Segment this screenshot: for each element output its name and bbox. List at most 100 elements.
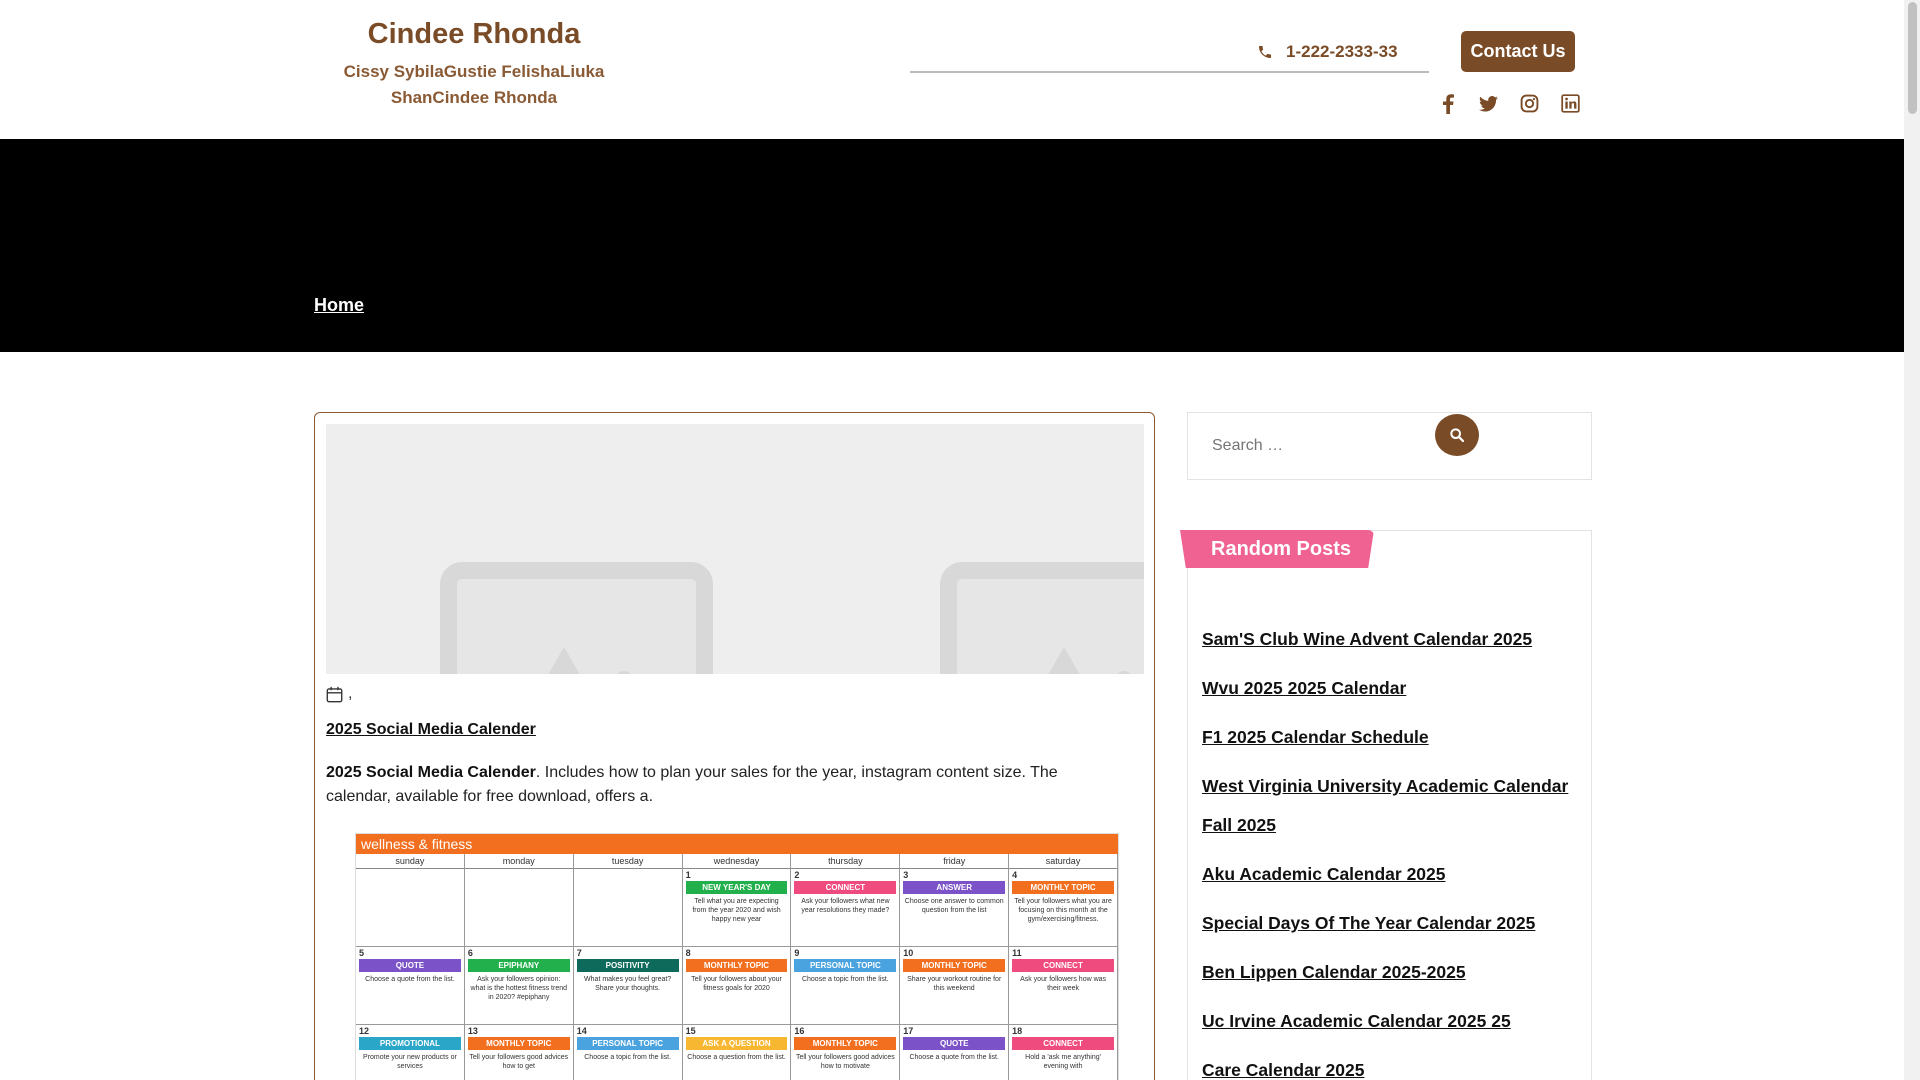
phone-bar: 1-222-2333-33 (910, 38, 1429, 73)
contact-us-button[interactable]: Contact Us (1461, 31, 1575, 72)
linkedin-icon[interactable] (1559, 92, 1582, 115)
calendar-cell-tag: QUOTE (359, 959, 461, 972)
calendar-image-heading: wellness & fitness (356, 834, 1118, 854)
calendar-cell-tag: MONTHLY TOPIC (794, 1037, 897, 1050)
calendar-cell: 7 POSITIVITY What makes you feel great? Sh… (573, 947, 683, 1025)
search-widget (1187, 412, 1592, 480)
random-post-item: West Virginia University Academic Calend… (1202, 767, 1582, 845)
calendar-day-header: sunday (356, 854, 465, 869)
post-meta-text: , (348, 685, 353, 702)
random-post-link[interactable]: Care Calendar 2025 (1202, 1060, 1364, 1080)
calendar-cell-text: Tell your followers what you are focusin… (1014, 898, 1112, 923)
calendar-day-header: monday (465, 854, 574, 869)
calendar-cell: 16 MONTHLY TOPIC Tell your followers good … (791, 1025, 901, 1080)
random-post-link[interactable]: Wvu 2025 2025 Calendar (1202, 678, 1406, 698)
calendar-cell-day: 4 (1012, 870, 1018, 880)
search-input[interactable] (1200, 427, 1430, 465)
calendar-cell-text: What makes you feel great? Share your th… (584, 976, 672, 992)
breadcrumb-home[interactable]: Home (314, 295, 364, 316)
excerpt-bold: 2025 Social Media Calender (326, 764, 536, 781)
calendar-cell-text: Tell your followers good advices how to … (469, 1054, 569, 1070)
calendar-cell-day: 3 (903, 870, 909, 880)
calendar-cell-day: 6 (467, 948, 473, 958)
random-post-link[interactable]: Ben Lippen Calendar 2025-2025 (1202, 962, 1466, 982)
site-tagline: Cissy SybilaGustie FelishaLiuka ShanCind… (343, 62, 605, 107)
calendar-cell-day: 2 (794, 870, 800, 880)
calendar-cell-day: 7 (576, 948, 582, 958)
calendar-cell-text: Choose a question from the list. (687, 1054, 786, 1061)
calendar-cell: 15 ASK A QUESTION Choose a question from t… (683, 1025, 792, 1080)
post-excerpt: 2025 Social Media Calender. Includes how… (326, 761, 1126, 809)
calendar-cell: 5 QUOTE Choose a quote from the list. (356, 947, 465, 1025)
calendar-cell: 9 PERSONAL TOPIC Choose a topic from the l… (791, 947, 901, 1025)
calendar-cell: 3 ANSWER Choose one answer to common quest… (900, 869, 1010, 947)
random-post-link[interactable]: Special Days Of The Year Calendar 2025 (1202, 913, 1535, 933)
instagram-icon[interactable] (1518, 92, 1541, 115)
calendar-cell-tag: EPIPHANY (467, 959, 570, 972)
calendar-cell: 2 CONNECT Ask your followers what new year… (791, 869, 901, 947)
site-title[interactable]: Cindee Rhonda (330, 18, 618, 51)
random-post-item: Uc Irvine Academic Calendar 2025 25 (1202, 1002, 1582, 1041)
brand: Cindee Rhonda Cissy SybilaGustie Felisha… (330, 18, 618, 111)
calendar-day-header: friday (900, 854, 1010, 869)
calendar-cell-text: Choose a topic from the list. (801, 976, 889, 983)
calendar-cell-tag: MONTHLY TOPIC (903, 959, 1006, 972)
calendar-cell: 13 MONTHLY TOPIC Tell your followers good … (465, 1025, 574, 1080)
page-scrollbar[interactable] (1904, 0, 1920, 1080)
calendar-cell: 10 MONTHLY TOPIC Share your workout routin… (900, 947, 1010, 1025)
calendar-cell-tag: CONNECT (1012, 1037, 1114, 1050)
image-placeholder-icon (440, 562, 713, 674)
random-post-link[interactable]: West Virginia University Academic Calend… (1202, 776, 1568, 835)
calendar-cell-tag: QUOTE (903, 1037, 1006, 1050)
calendar-cell-tag: PERSONAL TOPIC (794, 959, 897, 972)
calendar-cell: 14 PERSONAL TOPIC Choose a topic from the … (574, 1025, 683, 1080)
calendar-cell-tag: MONTHLY TOPIC (467, 1037, 570, 1050)
image-placeholder-icon (940, 562, 1144, 674)
calendar-cell-day: 8 (685, 948, 691, 958)
random-post-link[interactable]: Aku Academic Calendar 2025 (1202, 864, 1446, 884)
post-card: , 2025 Social Media Calender 2025 Social… (314, 412, 1155, 1080)
featured-image-placeholder[interactable] (326, 424, 1144, 674)
calendar-cell-day: 1 (685, 870, 691, 880)
calendar-cell-day: 14 (576, 1026, 587, 1036)
hero-banner: Home (0, 139, 1904, 352)
random-post-item: Ben Lippen Calendar 2025-2025 (1202, 953, 1582, 992)
random-post-item: F1 2025 Calendar Schedule (1202, 718, 1582, 757)
calendar-cell (573, 869, 683, 947)
calendar-cell-day: 13 (467, 1026, 478, 1036)
random-post-item: Care Calendar 2025 (1202, 1051, 1582, 1080)
random-post-link[interactable]: F1 2025 Calendar Schedule (1202, 727, 1429, 747)
facebook-icon[interactable] (1436, 92, 1459, 115)
calendar-cell: 17 QUOTE Choose a quote from the list. (900, 1025, 1010, 1080)
search-button[interactable] (1435, 414, 1479, 456)
calendar-cell-text: Tell your followers good advices how to … (795, 1054, 895, 1070)
calendar-cell-tag: PERSONAL TOPIC (576, 1037, 679, 1050)
twitter-icon[interactable] (1477, 92, 1500, 115)
calendar-cell-text: Hold a 'ask me anything' evening with (1025, 1054, 1101, 1070)
calendar-cell-text: Choose one answer to common question fro… (904, 898, 1004, 914)
calendar-grid: 1 NEW YEAR'S DAY Tell what you are expecti… (356, 869, 1118, 1080)
calendar-day-header: tuesday (574, 854, 683, 869)
calendar-cell-tag: NEW YEAR'S DAY (685, 881, 788, 894)
random-posts-list: Sam'S Club Wine Advent Calendar 2025 Wvu … (1202, 620, 1582, 1080)
site-header: Cindee Rhonda Cissy SybilaGustie Felisha… (0, 0, 1904, 139)
scrollbar-thumb[interactable] (1908, 2, 1917, 114)
random-post-item: Special Days Of The Year Calendar 2025 (1202, 904, 1582, 943)
random-post-link[interactable]: Uc Irvine Academic Calendar 2025 25 (1202, 1011, 1511, 1031)
phone-icon (1257, 44, 1273, 60)
random-post-link[interactable]: Sam'S Club Wine Advent Calendar 2025 (1202, 629, 1532, 649)
calendar-day-header: saturday (1009, 854, 1118, 869)
calendar-cell-text: Share your workout routine for this week… (907, 976, 1002, 992)
calendar-cell-text: Promote your new products or services (363, 1054, 457, 1070)
post-meta: , (326, 685, 352, 703)
calendar-cell-text: Choose a quote from the list. (909, 1054, 999, 1061)
calendar-icon (326, 686, 343, 702)
post-title-link[interactable]: 2025 Social Media Calender (326, 721, 536, 739)
calendar-cell: 18 CONNECT Hold a 'ask me anything' evenin… (1009, 1025, 1118, 1080)
search-icon (1450, 428, 1465, 443)
calendar-cell-text: Ask your followers opinion: what is the … (470, 976, 568, 1001)
calendar-cell-tag: ASK A QUESTION (685, 1037, 788, 1050)
calendar-cell-tag: PROMOTIONAL (359, 1037, 461, 1050)
phone-number[interactable]: 1-222-2333-33 (1286, 42, 1398, 62)
calendar-cell-tag: MONTHLY TOPIC (685, 959, 788, 972)
